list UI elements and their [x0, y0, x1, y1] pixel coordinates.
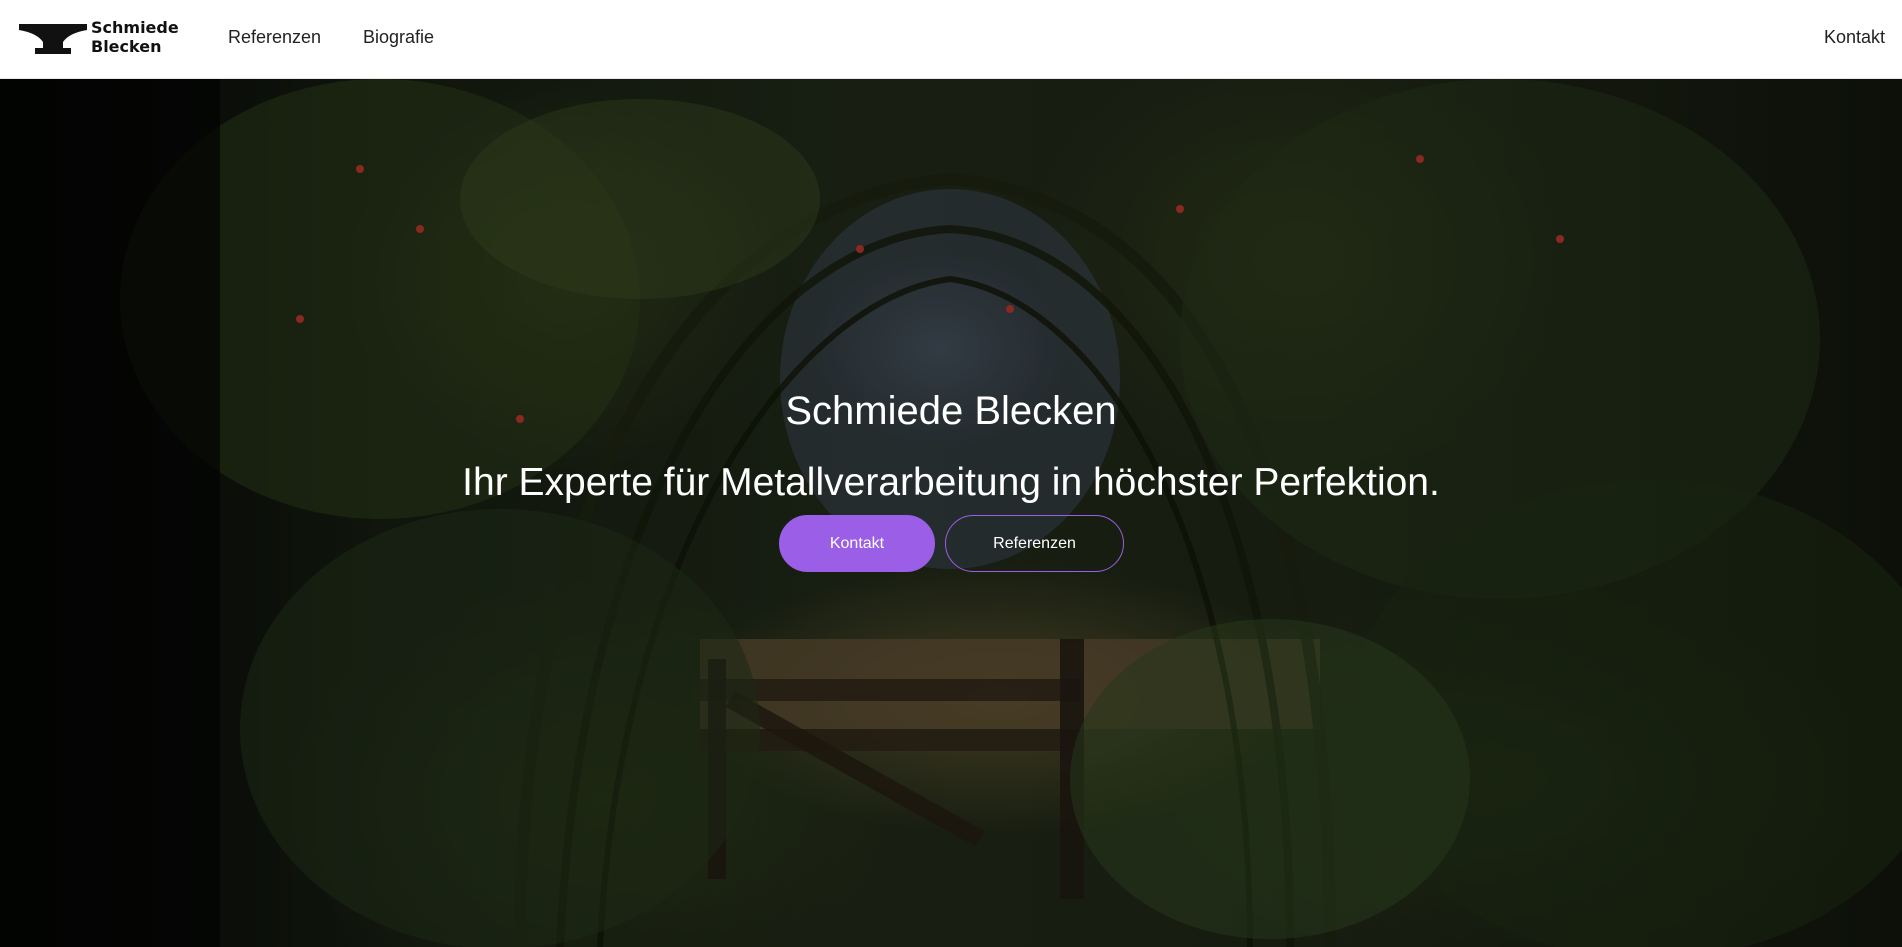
hero-dark-overlay: [0, 79, 1902, 947]
anvil-icon: [19, 24, 87, 54]
nav-referenzen[interactable]: Referenzen: [228, 27, 321, 48]
hero-referenzen-button[interactable]: Referenzen: [945, 515, 1124, 572]
hero-title: Schmiede Blecken: [785, 389, 1117, 433]
brand-line-1: Schmiede: [91, 18, 179, 37]
nav-biografie[interactable]: Biografie: [363, 27, 434, 48]
brand-name: Schmiede Blecken: [91, 18, 179, 56]
brand-line-2: Blecken: [91, 37, 162, 56]
hero-subtitle: Ihr Experte für Metallverarbeitung in hö…: [462, 461, 1440, 504]
site-header: Schmiede Blecken Referenzen Biografie Ko…: [0, 0, 1902, 79]
brand-logo-link[interactable]: Schmiede Blecken: [19, 18, 179, 56]
hero-section: Schmiede Blecken Ihr Experte für Metallv…: [0, 79, 1902, 947]
nav-kontakt[interactable]: Kontakt: [1824, 27, 1885, 48]
hero-kontakt-button[interactable]: Kontakt: [779, 515, 935, 572]
